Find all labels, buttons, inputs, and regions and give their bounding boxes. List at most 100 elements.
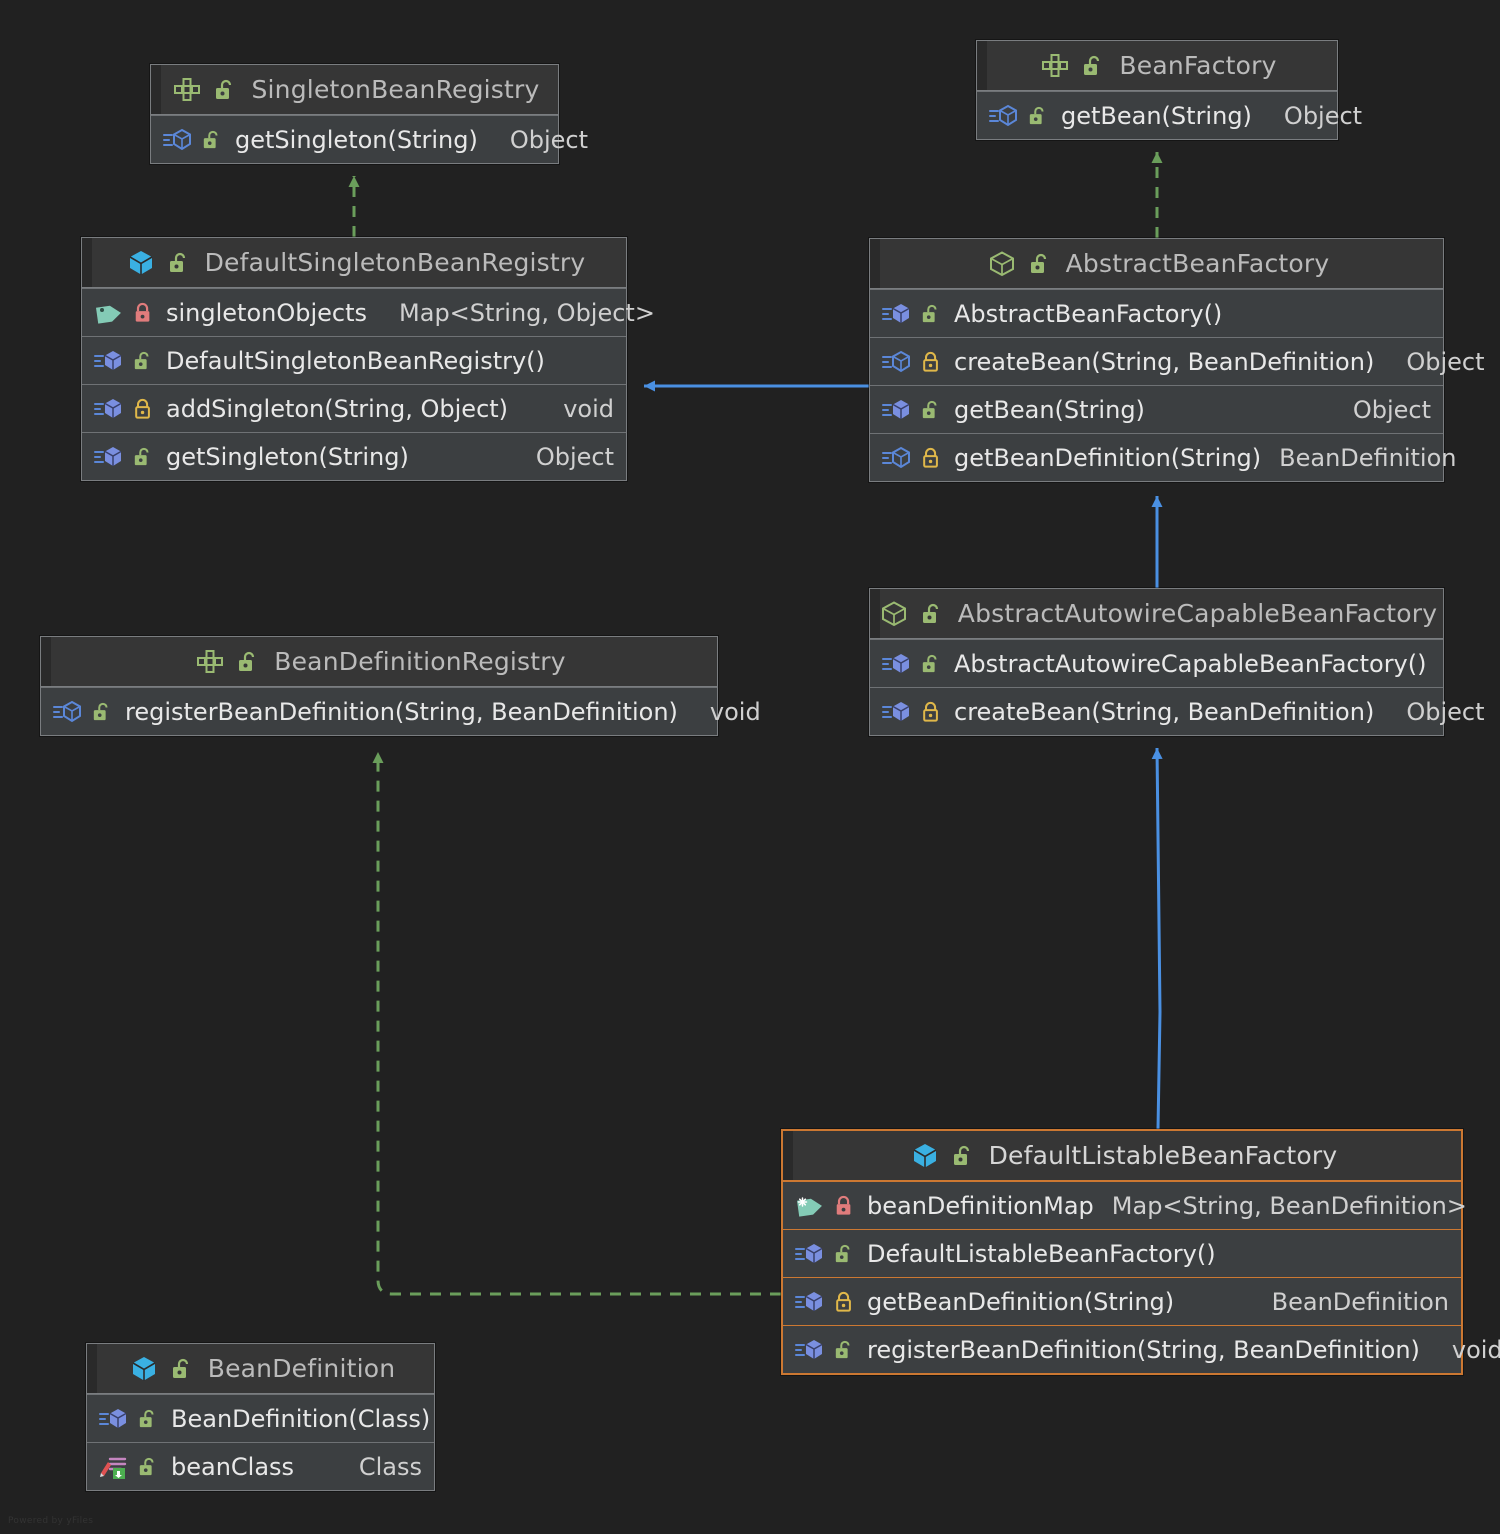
- unlock-green-icon: [89, 697, 115, 727]
- member-row[interactable]: BeanDefinition(Class): [87, 1394, 434, 1442]
- unlock-green-icon: [234, 646, 262, 678]
- member-row[interactable]: addSingleton(String, Object) void: [82, 384, 626, 432]
- unlock-green-icon: [918, 299, 944, 329]
- method-icon: [92, 394, 126, 424]
- lock-yellow-icon: [918, 347, 944, 377]
- unlock-green-icon: [130, 346, 156, 376]
- watermark: Powered by yFiles: [8, 1516, 94, 1526]
- class-header[interactable]: BeanFactory: [977, 41, 1337, 91]
- member-row[interactable]: getBeanDefinition(String) BeanDefinition: [783, 1277, 1461, 1325]
- member-name: getBeanDefinition(String): [954, 443, 1262, 472]
- member-row[interactable]: DefaultListableBeanFactory(): [783, 1229, 1461, 1277]
- class-icon: [123, 247, 159, 279]
- unlock-green-icon: [918, 649, 944, 679]
- class-header[interactable]: SingletonBeanRegistry: [151, 65, 558, 115]
- method-icon: [97, 1404, 131, 1434]
- class-box-abstractautowirecapablebeanfactory[interactable]: AbstractAutowireCapableBeanFactory Abstr…: [869, 588, 1484, 736]
- method-abstract-icon: [880, 347, 914, 377]
- method-icon: [92, 346, 126, 376]
- method-icon: [880, 697, 914, 727]
- member-row[interactable]: registerBeanDefinition(String, BeanDefin…: [783, 1325, 1500, 1373]
- class-icon: [126, 1353, 162, 1385]
- member-type: Object: [535, 442, 614, 471]
- class-box-beandefinition[interactable]: BeanDefinition BeanDefinition(Class) bea…: [86, 1343, 435, 1491]
- class-box-defaultlistablebeanfactory[interactable]: DefaultListableBeanFactory beanDefinitio…: [781, 1129, 1500, 1375]
- field-static-icon: [793, 1191, 827, 1221]
- method-icon: [793, 1239, 827, 1269]
- class-name: DefaultSingletonBeanRegistry: [204, 248, 586, 277]
- unlock-green-icon: [135, 1452, 161, 1482]
- member-name: getBean(String): [954, 395, 1145, 424]
- class-header[interactable]: DefaultSingletonBeanRegistry: [82, 238, 626, 288]
- lock-yellow-icon: [918, 697, 944, 727]
- member-name: AbstractBeanFactory(): [954, 299, 1223, 328]
- member-type: Map<String, BeanDefinition>: [1111, 1191, 1467, 1220]
- member-row[interactable]: beanClass Class: [87, 1442, 434, 1490]
- method-icon: [880, 299, 914, 329]
- lock-yellow-icon: [130, 394, 156, 424]
- class-box-beandefinitionregistry[interactable]: BeanDefinitionRegistry registerBeanDefin…: [40, 636, 761, 736]
- lock-red-icon: [130, 298, 156, 328]
- class-name: AbstractBeanFactory: [1065, 249, 1330, 278]
- member-row[interactable]: AbstractBeanFactory(): [870, 289, 1443, 337]
- diagram-canvas: SingletonBeanRegistry getSingleton(Strin…: [0, 0, 1500, 1534]
- member-type: BeanDefinition: [1271, 1287, 1449, 1316]
- member-type: void: [709, 697, 761, 726]
- member-row[interactable]: createBean(String, BeanDefinition) Objec…: [870, 687, 1484, 735]
- method-icon: [880, 395, 914, 425]
- member-name: singletonObjects: [166, 298, 368, 327]
- member-name: createBean(String, BeanDefinition): [954, 697, 1375, 726]
- member-row[interactable]: DefaultSingletonBeanRegistry(): [82, 336, 626, 384]
- member-type: BeanDefinition: [1279, 443, 1457, 472]
- member-name: createBean(String, BeanDefinition): [954, 347, 1375, 376]
- unlock-green-icon: [918, 395, 944, 425]
- member-row[interactable]: beanDefinitionMap Map<String, BeanDefini…: [783, 1181, 1467, 1229]
- abstract-class-icon: [984, 248, 1020, 280]
- member-row[interactable]: getBean(String) Object: [977, 91, 1362, 139]
- unlock-green-icon: [918, 598, 946, 630]
- class-icon: [907, 1140, 943, 1172]
- member-name: beanDefinitionMap: [867, 1191, 1094, 1220]
- member-row[interactable]: getBean(String) Object: [870, 385, 1443, 433]
- member-row[interactable]: createBean(String, BeanDefinition) Objec…: [870, 337, 1484, 385]
- member-row[interactable]: getSingleton(String) Object: [82, 432, 626, 480]
- class-header[interactable]: BeanDefinition: [87, 1344, 434, 1394]
- member-name: getSingleton(String): [166, 442, 409, 471]
- member-row[interactable]: singletonObjects Map<String, Object>: [82, 288, 655, 336]
- class-name: BeanDefinitionRegistry: [274, 647, 566, 676]
- member-row[interactable]: AbstractAutowireCapableBeanFactory(): [870, 639, 1443, 687]
- class-header[interactable]: DefaultListableBeanFactory: [783, 1131, 1461, 1181]
- member-name: getBean(String): [1061, 101, 1252, 130]
- class-header[interactable]: BeanDefinitionRegistry: [41, 637, 717, 687]
- member-type: Object: [1406, 347, 1485, 376]
- member-type: void: [1451, 1335, 1500, 1364]
- member-row[interactable]: getBeanDefinition(String) BeanDefinition: [870, 433, 1457, 481]
- method-icon: [880, 649, 914, 679]
- class-name: SingletonBeanRegistry: [251, 75, 540, 104]
- member-name: beanClass: [171, 1452, 295, 1481]
- lock-red-icon: [831, 1191, 857, 1221]
- class-box-defaultsingletonbeanregistry[interactable]: DefaultSingletonBeanRegistry singletonOb…: [81, 237, 655, 481]
- field-icon: [92, 298, 126, 328]
- abstract-class-icon: [876, 598, 912, 630]
- unlock-green-icon: [168, 1353, 196, 1385]
- member-type: Map<String, Object>: [399, 298, 655, 327]
- class-box-singletonbeanregistry[interactable]: SingletonBeanRegistry getSingleton(Strin…: [150, 64, 588, 164]
- member-name: getBeanDefinition(String): [867, 1287, 1175, 1316]
- class-name: AbstractAutowireCapableBeanFactory: [957, 599, 1438, 628]
- class-header[interactable]: AbstractBeanFactory: [870, 239, 1443, 289]
- class-name: BeanDefinition: [207, 1354, 396, 1383]
- class-box-beanfactory[interactable]: BeanFactory getBean(String) Object: [976, 40, 1362, 140]
- method-abstract-icon: [51, 697, 85, 727]
- member-row[interactable]: registerBeanDefinition(String, BeanDefin…: [41, 687, 761, 735]
- member-name: BeanDefinition(Class): [171, 1404, 431, 1433]
- class-box-abstractbeanfactory[interactable]: AbstractBeanFactory AbstractBeanFactory(…: [869, 238, 1484, 482]
- member-row[interactable]: getSingleton(String) Object: [151, 115, 588, 163]
- method-icon: [92, 442, 126, 472]
- lock-yellow-icon: [831, 1287, 857, 1317]
- member-type: Object: [1283, 101, 1363, 130]
- member-type: void: [563, 394, 614, 423]
- unlock-green-icon: [199, 125, 225, 155]
- edge-inheritance-defaultlistablebeanfactory: [1151, 747, 1163, 1130]
- class-header[interactable]: AbstractAutowireCapableBeanFactory: [870, 589, 1443, 639]
